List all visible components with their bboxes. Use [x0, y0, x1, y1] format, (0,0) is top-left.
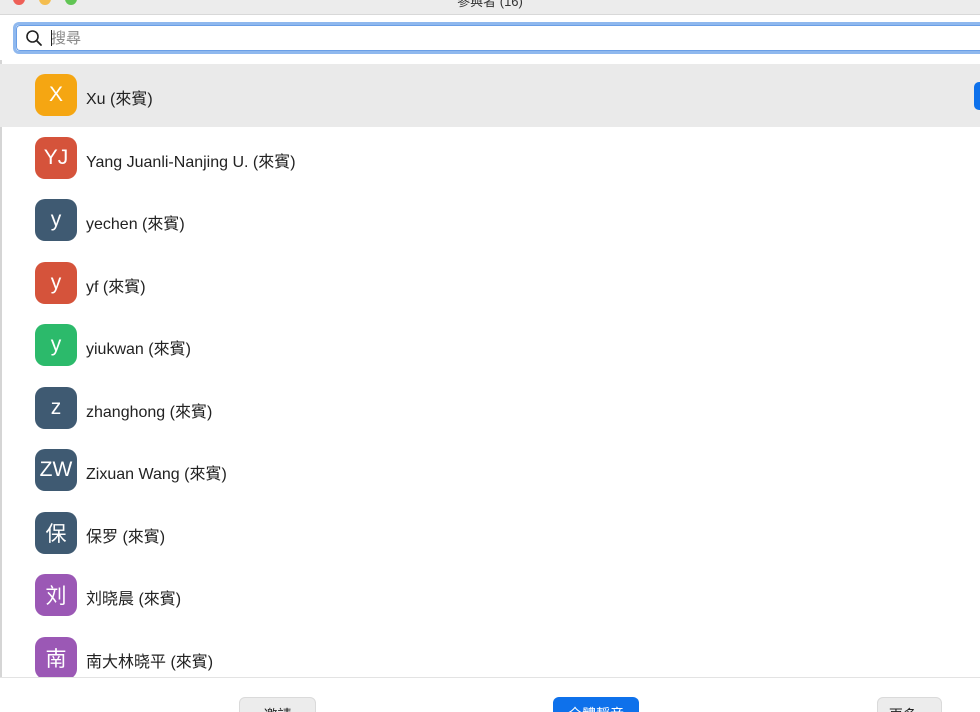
participant-row[interactable]: X Xu (來賓) — [0, 64, 980, 127]
participants-window: 參與者 (16) X Xu (來賓) YJ Yang Juanli-Nanjing U… — [0, 0, 980, 712]
search-box[interactable] — [13, 22, 980, 54]
more-button-label: 更多 — [889, 705, 917, 712]
participant-name: Yang Juanli-Nanjing U. (來賓) — [86, 153, 296, 171]
avatar: z — [35, 386, 77, 429]
more-button[interactable]: 更多 ⌄ — [877, 697, 942, 712]
window-title: 參與者 (16) — [457, 0, 523, 9]
participant-row[interactable]: ZW Zixuan Wang (來賓) — [0, 439, 980, 502]
participant-name: zhanghong (來賓) — [86, 403, 213, 421]
participant-row[interactable]: z zhanghong (來賓) — [0, 377, 980, 440]
participant-name: Zixuan Wang (來賓) — [86, 466, 227, 483]
participant-name: 刘晓晨 (來賓) — [86, 591, 182, 608]
invite-button-label: 邀請 — [264, 705, 292, 712]
avatar: 保 — [35, 511, 77, 554]
participant-list[interactable]: X Xu (來賓) YJ Yang Juanli-Nanjing U. (來賓) y ye… — [0, 64, 980, 677]
mute-all-button-label: 全體靜音 — [568, 704, 624, 712]
participant-row[interactable]: y yechen (來賓) — [0, 189, 980, 252]
mute-all-button[interactable]: 全體靜音 — [553, 697, 639, 712]
avatar: 南 — [35, 636, 77, 677]
participant-name: yiukwan (來賓) — [86, 341, 191, 358]
participant-row[interactable]: y yiukwan (來賓) — [0, 314, 980, 377]
search-icon — [26, 30, 42, 46]
participant-row[interactable]: YJ Yang Juanli-Nanjing U. (來賓) — [0, 127, 980, 190]
avatar: y — [35, 261, 77, 304]
avatar: ZW — [35, 449, 77, 491]
participant-row[interactable]: 南南大林晓平 (來賓) — [0, 627, 980, 677]
participant-name: yf (來賓) — [86, 278, 146, 296]
participant-name: 保罗 (來賓) — [86, 528, 166, 546]
participant-name: 南大林晓平 (來賓) — [86, 653, 214, 671]
participant-name: Xu (來賓) — [86, 91, 153, 108]
text-caret — [51, 30, 52, 46]
avatar: y — [35, 199, 77, 241]
search-input[interactable] — [51, 27, 951, 49]
avatar: 刘 — [35, 574, 77, 616]
avatar: X — [35, 74, 77, 116]
avatar: y — [35, 324, 77, 366]
avatar: YJ — [35, 136, 77, 179]
participant-name: yechen (來賓) — [86, 216, 185, 233]
row-action-button[interactable] — [974, 82, 980, 110]
title-bar: 參與者 (16) — [0, 0, 980, 15]
participant-row[interactable]: 保保罗 (來賓) — [0, 502, 980, 565]
invite-button[interactable]: 邀請 — [239, 697, 316, 712]
bottom-toolbar: 邀請 全體靜音 更多 ⌄ — [0, 677, 980, 712]
chevron-down-icon: ⌄ — [920, 706, 931, 712]
participant-row[interactable]: y yf (來賓) — [0, 252, 980, 315]
participant-row[interactable]: 刘刘晓晨 (來賓) — [0, 564, 980, 627]
